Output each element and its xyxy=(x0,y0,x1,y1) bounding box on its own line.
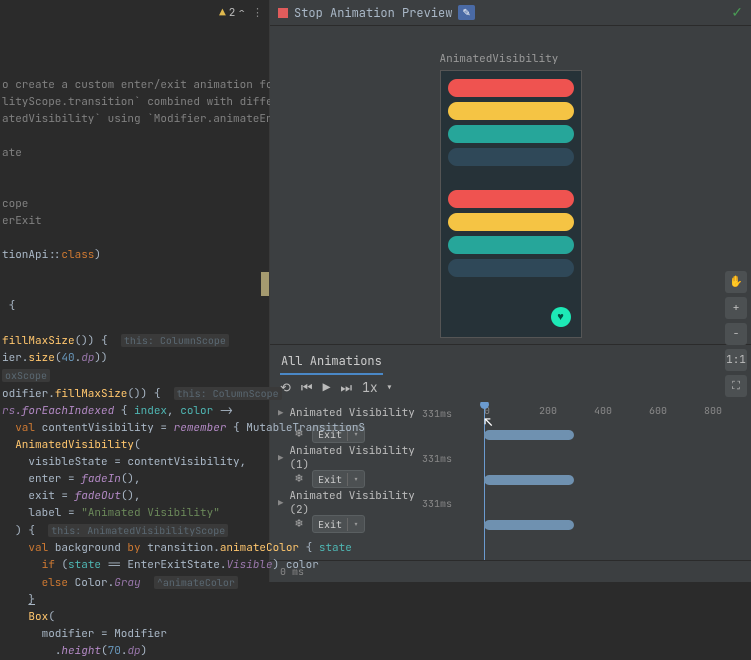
code-block[interactable]: o create a custom enter/exit animation f… xyxy=(0,60,269,660)
fab-heart[interactable]: ♥ xyxy=(551,307,571,327)
track-item: ▶ Animated Visibility (2) 331ms ❄ Exit▾ xyxy=(278,494,460,533)
preview-label: AnimatedVisibility xyxy=(440,52,582,66)
preview-canvas[interactable]: AnimatedVisibility ♥ ✋ + − 1:1 ⛶ xyxy=(270,26,751,344)
bar-yellow xyxy=(448,102,574,120)
stop-animation-button[interactable]: Stop Animation Preview xyxy=(294,5,452,21)
track-header[interactable]: ▶ Animated Visibility 331ms xyxy=(278,404,460,422)
warning-count: 2 xyxy=(229,6,236,20)
build-success-icon: ✓ xyxy=(731,4,743,22)
inspection-caret: ⌃ xyxy=(238,6,245,20)
timeline-position: 0 ms xyxy=(270,560,751,582)
zoom-out-button[interactable]: − xyxy=(725,323,747,345)
inspection-widget[interactable]: ▲ 2 ⌃ ⋮ xyxy=(219,6,263,20)
preview-pane: Stop Animation Preview ✎ ✓ AnimatedVisib… xyxy=(270,0,751,582)
warning-icon: ▲ xyxy=(219,6,226,20)
track-header[interactable]: ▶ Animated Visibility (2) 331ms xyxy=(278,494,460,512)
chevron-right-icon: ▶ xyxy=(278,452,283,464)
stop-icon[interactable] xyxy=(278,8,288,18)
device-preview: AnimatedVisibility ♥ xyxy=(440,52,582,338)
speed-selector[interactable]: 1x ▾ xyxy=(362,379,393,396)
bar-slate xyxy=(448,148,574,166)
bar-yellow-2 xyxy=(448,213,574,231)
chevron-right-icon: ▶ xyxy=(278,407,283,419)
step-forward-button[interactable]: ⏭ xyxy=(340,379,352,396)
device-frame: ♥ xyxy=(440,70,582,338)
step-back-button[interactable]: ⏮ xyxy=(301,379,313,396)
bar-red xyxy=(448,79,574,97)
playback-controls: ⟲ ⏮ ▶ ⏭ 1x ▾ xyxy=(270,375,751,402)
timeline[interactable]: 0 200 400 600 800 1000 ↖ xyxy=(460,402,751,560)
zoom-reset-button[interactable]: 1:1 xyxy=(725,349,747,371)
tab-all-animations[interactable]: All Animations xyxy=(280,349,383,375)
state-selector[interactable]: Exit▾ xyxy=(312,515,365,533)
code-editor[interactable]: ▲ 2 ⌃ ⋮ o create a custom enter/exit ani… xyxy=(0,0,270,582)
play-button[interactable]: ▶ xyxy=(323,379,331,396)
pan-tool[interactable]: ✋ xyxy=(725,271,747,293)
preview-toolbar: Stop Animation Preview ✎ ✓ xyxy=(270,0,751,26)
track-bar[interactable] xyxy=(484,430,574,440)
edit-icon[interactable]: ✎ xyxy=(458,5,474,20)
preview-side-tools: ✋ + − 1:1 ⛶ xyxy=(725,271,747,397)
timeline-ruler[interactable]: 0 200 400 600 800 1000 xyxy=(460,402,751,422)
zoom-fit-button[interactable]: ⛶ xyxy=(725,375,747,397)
freeze-icon[interactable]: ❄ xyxy=(292,517,306,531)
restart-button[interactable]: ⟲ xyxy=(280,379,291,396)
freeze-icon[interactable]: ❄ xyxy=(292,472,306,486)
inspection-menu-icon: ⋮ xyxy=(252,6,263,20)
track-header[interactable]: ▶ Animated Visibility (1) 331ms xyxy=(278,449,460,467)
state-selector[interactable]: Exit▾ xyxy=(312,470,365,488)
track-bar[interactable] xyxy=(484,475,574,485)
bar-teal xyxy=(448,125,574,143)
zoom-in-button[interactable]: + xyxy=(725,297,747,319)
bar-teal-2 xyxy=(448,236,574,254)
chevron-right-icon: ▶ xyxy=(278,497,283,509)
bar-red-2 xyxy=(448,190,574,208)
bar-slate-2 xyxy=(448,259,574,277)
track-bar[interactable] xyxy=(484,520,574,530)
track-item: ▶ Animated Visibility (1) 331ms ❄ Exit▾ xyxy=(278,449,460,488)
